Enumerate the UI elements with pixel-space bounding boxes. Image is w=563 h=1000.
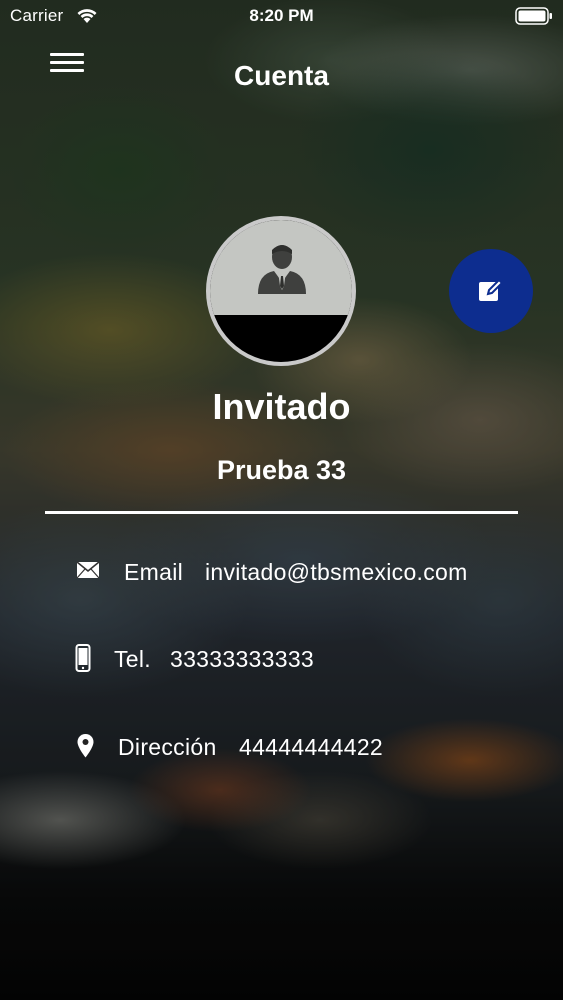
background-overlay bbox=[0, 0, 563, 1000]
edit-profile-button[interactable] bbox=[449, 249, 533, 333]
edit-pencil-icon bbox=[479, 278, 504, 301]
smartphone-icon bbox=[75, 644, 91, 672]
status-time: 8:20 PM bbox=[249, 6, 314, 25]
address-value: 44444444422 bbox=[239, 734, 384, 760]
divider bbox=[45, 511, 518, 514]
phone-value: 33333333333 bbox=[170, 646, 315, 672]
user-subtitle: Prueba 33 bbox=[216, 455, 347, 485]
battery-icon bbox=[515, 7, 552, 25]
user-name: Invitado bbox=[212, 386, 351, 427]
mail-icon bbox=[76, 561, 100, 579]
email-row[interactable]: Email invitado@tbsmexico.com bbox=[0, 555, 563, 591]
user-person-icon bbox=[258, 245, 306, 294]
phone-row[interactable]: Tel. 33333333333 bbox=[0, 642, 563, 678]
address-label: Dirección bbox=[118, 734, 217, 760]
status-bar: Carrier 8:20 PM bbox=[0, 0, 563, 32]
page-title: Cuenta bbox=[234, 60, 329, 91]
location-pin-icon bbox=[77, 734, 94, 758]
hamburger-menu-icon-line bbox=[50, 53, 84, 56]
address-row[interactable]: Dirección 44444444422 bbox=[0, 730, 563, 766]
phone-label: Tel. bbox=[114, 646, 151, 672]
avatar[interactable] bbox=[206, 216, 356, 366]
email-value: invitado@tbsmexico.com bbox=[205, 559, 468, 585]
email-label: Email bbox=[124, 559, 184, 585]
